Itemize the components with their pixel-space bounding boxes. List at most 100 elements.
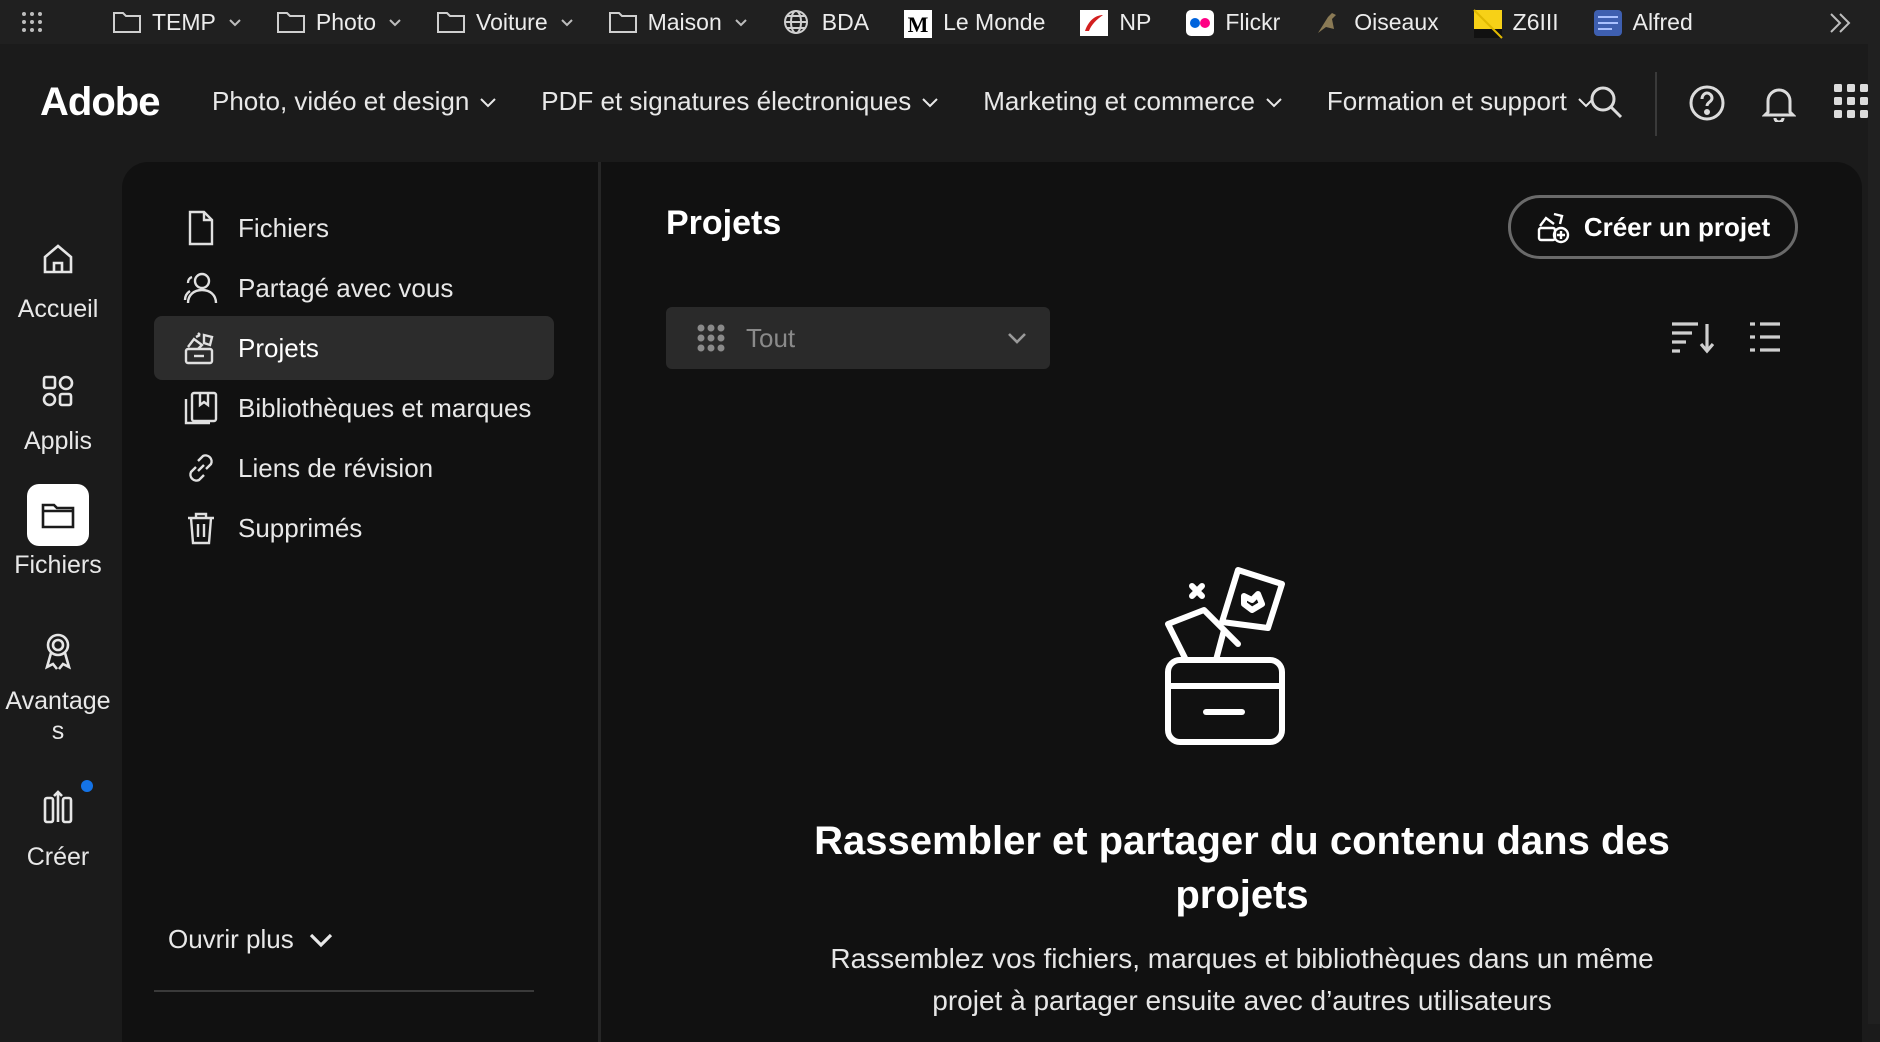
bird-icon (1314, 9, 1344, 35)
chevron-down-icon (479, 93, 497, 111)
nav-photo-video-design[interactable]: Photo, vidéo et design (212, 86, 497, 117)
subnav-divider (154, 990, 534, 992)
bookmark-bda[interactable]: BDA (782, 9, 869, 36)
rail-item-creer[interactable]: Créer (0, 776, 116, 872)
app-switcher-icon[interactable] (1834, 84, 1868, 118)
window-edge (1868, 44, 1880, 1024)
grid-icon (696, 323, 726, 353)
folder-icon (436, 9, 466, 35)
subnav-item-label: Fichiers (238, 212, 330, 243)
bookmark-z6iii[interactable]: Z6III (1472, 8, 1559, 39)
filter-value: Tout (746, 322, 796, 353)
files-subnav: Fichiers Partagé avec vous Projets Bibli… (122, 162, 600, 1042)
library-icon (182, 389, 220, 427)
le-monde-icon: M (903, 9, 933, 38)
subnav-item-partage[interactable]: Partagé avec vous (154, 256, 554, 320)
notifications-bell-icon[interactable] (1762, 84, 1796, 122)
bookmark-label: Photo (315, 8, 376, 35)
folder-icon (112, 9, 142, 35)
rail-item-applis[interactable]: Applis (0, 360, 116, 456)
search-icon[interactable] (1588, 84, 1624, 120)
bookmark-label: Voiture (476, 8, 548, 35)
link-icon (182, 449, 220, 487)
list-view-icon[interactable] (1748, 320, 1782, 354)
subnav-item-projets[interactable]: Projets (154, 316, 554, 380)
apps-grid-icon[interactable] (20, 10, 60, 34)
nav-pdf-signatures[interactable]: PDF et signatures électroniques (541, 86, 939, 117)
bookmark-flickr[interactable]: Flickr (1185, 9, 1280, 36)
content-panel: Fichiers Partagé avec vous Projets Bibli… (122, 162, 1862, 1042)
empty-state-description: Rassemblez vos fichiers, marques et bibl… (830, 943, 1654, 1016)
globe-icon (782, 9, 812, 35)
subnav-item-label: Liens de révision (238, 452, 434, 483)
rail-item-fichiers[interactable]: Fichiers (0, 484, 116, 580)
help-icon[interactable] (1688, 84, 1726, 122)
subnav-item-supprimes[interactable]: Supprimés (154, 496, 554, 560)
folder-icon (276, 9, 306, 35)
nav-label: Marketing et commerce (983, 86, 1255, 116)
subnav-item-fichiers[interactable]: Fichiers (154, 196, 554, 260)
nav-label: Formation et support (1326, 86, 1567, 116)
open-more-toggle[interactable]: Ouvrir plus (168, 924, 334, 955)
rail-item-avantages[interactable]: Avantage s (0, 620, 116, 746)
notification-dot (81, 780, 93, 792)
bookmark-np[interactable]: NP (1079, 9, 1151, 36)
bookmark-label: BDA (821, 8, 870, 35)
empty-projects-illustration (1162, 560, 1292, 750)
bookmark-label: Le Monde (943, 8, 1046, 35)
award-icon (27, 620, 89, 682)
apps-icon (27, 360, 89, 422)
chevron-down-icon (1006, 327, 1028, 349)
rail-item-label: Créer (26, 843, 90, 871)
subnav-item-liens-revision[interactable]: Liens de révision (154, 436, 554, 500)
bookmark-alfred[interactable]: Alfred (1593, 9, 1693, 36)
folder-icon (608, 9, 638, 35)
rail-item-label: Avantage s (5, 687, 111, 745)
more-bookmarks-icon[interactable] (1828, 12, 1852, 34)
rail-item-label: Fichiers (14, 551, 102, 579)
trash-icon (182, 509, 220, 547)
chevron-down-icon (1265, 93, 1283, 111)
folder-icon (27, 484, 89, 546)
bookmark-oiseaux[interactable]: Oiseaux (1314, 8, 1439, 36)
main-nav: Photo, vidéo et design PDF et signatures… (212, 86, 1639, 117)
sort-icon[interactable] (1670, 320, 1714, 354)
nav-label: PDF et signatures électroniques (541, 86, 912, 116)
bookmark-folder-temp[interactable]: TEMP (112, 9, 242, 36)
create-project-icon (1536, 210, 1570, 244)
chevron-down-icon (734, 15, 748, 29)
rail-item-label: Applis (23, 427, 93, 455)
create-project-button[interactable]: Créer un projet (1508, 195, 1798, 259)
header-divider (1655, 72, 1657, 136)
filter-dropdown[interactable]: Tout (666, 307, 1050, 369)
rail-item-accueil[interactable]: Accueil (0, 228, 116, 324)
bookmark-label: NP (1119, 8, 1152, 35)
bookmark-label: Oiseaux (1354, 8, 1439, 35)
bookmarks-bar: TEMP Photo Voiture Maison BDA M Le Monde… (0, 0, 1880, 44)
subnav-item-label: Partagé avec vous (238, 272, 454, 303)
bookmark-le-monde[interactable]: M Le Monde (903, 8, 1046, 38)
empty-state-title: Rassembler et partager du contenu dans d… (814, 819, 1670, 917)
nav-label: Photo, vidéo et design (212, 86, 470, 116)
nikon-icon (1472, 9, 1503, 39)
panel-divider (598, 162, 601, 1042)
subnav-item-bibliotheques[interactable]: Bibliothèques et marques (154, 376, 554, 440)
svg-text:M: M (908, 12, 929, 37)
nav-formation-support[interactable]: Formation et support (1327, 86, 1595, 117)
flickr-icon (1185, 9, 1215, 36)
bookmark-folder-photo[interactable]: Photo (276, 9, 402, 36)
bookmark-folder-maison[interactable]: Maison (608, 9, 748, 36)
page-title: Projets (666, 204, 782, 242)
chevron-down-icon (308, 931, 334, 949)
chevron-down-icon (228, 15, 242, 29)
alfred-icon (1593, 9, 1623, 36)
subnav-item-label: Projets (238, 332, 319, 363)
subnav-item-label: Bibliothèques et marques (238, 392, 532, 423)
nav-marketing-commerce[interactable]: Marketing et commerce (983, 86, 1283, 117)
bookmark-label: TEMP (152, 8, 216, 35)
bookmark-folder-voiture[interactable]: Voiture (436, 9, 574, 36)
adobe-logo[interactable]: Adobe (40, 80, 160, 125)
np-icon (1079, 9, 1109, 36)
adobe-header: Adobe Photo, vidéo et design PDF et sign… (0, 44, 1880, 162)
bookmark-label: Z6III (1512, 8, 1559, 35)
